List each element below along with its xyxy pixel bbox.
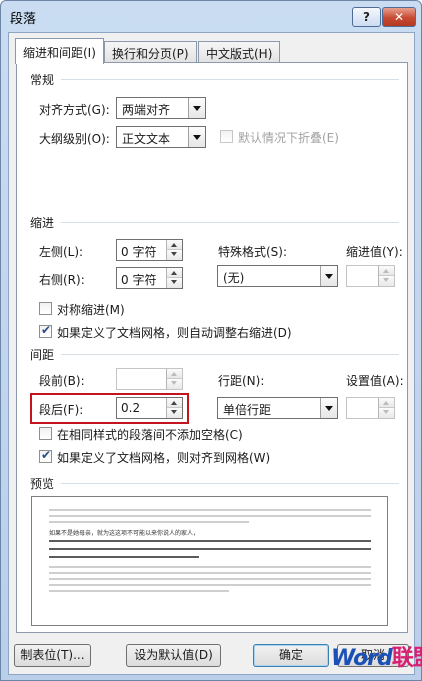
left-indent-value: 0 字符 <box>121 245 157 259</box>
space-after-spinner[interactable]: 0.2 <box>116 397 183 419</box>
spin-up-icon[interactable] <box>166 398 182 408</box>
indent-by-spinner[interactable] <box>346 265 395 287</box>
preview-line <box>49 515 371 517</box>
space-before-label: 段前(B): <box>39 374 85 388</box>
alignment-label: 对齐方式(G): <box>39 103 110 117</box>
preview-line <box>49 509 371 511</box>
spin-up-icon[interactable] <box>166 240 182 250</box>
preview-line <box>49 578 371 580</box>
chevron-down-icon[interactable] <box>320 266 337 286</box>
collapse-by-default-label: 默认情况下折叠(E) <box>238 131 339 145</box>
auto-adjust-indent-label: 如果定义了文档网格，则自动调整右缩进(D) <box>57 326 292 340</box>
watermark-logo: Word联盟 <box>331 646 422 671</box>
collapse-by-default-checkbox[interactable] <box>220 130 233 143</box>
tab-line-page-breaks[interactable]: 换行和分页(P) <box>104 41 197 63</box>
spin-up-icon[interactable] <box>378 398 394 408</box>
spin-down-icon[interactable] <box>166 278 182 288</box>
tabs-button[interactable]: 制表位(T)... <box>14 644 91 667</box>
title-bar[interactable]: 段落 ? ✕ <box>1 1 421 31</box>
special-indent-select[interactable]: (无) <box>217 265 338 287</box>
spin-down-icon[interactable] <box>166 379 182 389</box>
preview-line <box>49 521 249 523</box>
line-spacing-at-label: 设置值(A): <box>346 374 404 388</box>
left-indent-label: 左侧(L): <box>39 245 84 259</box>
tab-indents-spacing[interactable]: 缩进和间距(I) <box>15 38 104 64</box>
spin-up-icon[interactable] <box>378 266 394 276</box>
line-spacing-label: 行距(N): <box>218 374 265 388</box>
line-spacing-at-spinner[interactable] <box>346 397 395 419</box>
dialog-body: 换行和分页(P) 中文版式(H) 缩进和间距(I) 常规 对齐方式(G): 两端… <box>8 32 415 675</box>
alignment-value: 两端对齐 <box>122 103 171 117</box>
spin-up-icon[interactable] <box>166 268 182 278</box>
preview-line <box>49 584 371 586</box>
ok-button[interactable]: 确定 <box>253 644 329 667</box>
outline-level-label: 大纲级别(O): <box>39 132 110 146</box>
mirror-indents-checkbox[interactable] <box>39 302 52 315</box>
space-after-label: 段后(F): <box>39 403 84 417</box>
chevron-down-icon[interactable] <box>188 98 205 118</box>
left-indent-spinner[interactable]: 0 字符 <box>116 239 183 261</box>
spin-down-icon[interactable] <box>378 408 394 418</box>
right-indent-spinner[interactable]: 0 字符 <box>116 267 183 289</box>
indent-section-title: 缩进 <box>30 216 55 230</box>
preview-line <box>49 556 199 558</box>
spacing-section-title: 间距 <box>30 348 55 362</box>
right-indent-value: 0 字符 <box>121 273 157 287</box>
paragraph-preview: 如果不是她母亲，就为这这项不可能以来你说人的家人， <box>31 496 388 626</box>
section-divider <box>61 354 399 355</box>
snap-to-grid-checkbox[interactable]: ✔ <box>39 448 52 463</box>
line-spacing-value: 单倍行距 <box>223 403 272 417</box>
preview-line <box>49 566 371 568</box>
spin-up-icon[interactable] <box>166 369 182 379</box>
space-before-spinner[interactable] <box>116 368 183 390</box>
auto-adjust-indent-checkbox[interactable]: ✔ <box>39 323 52 338</box>
space-after-value: 0.2 <box>121 401 141 415</box>
special-indent-label: 特殊格式(S): <box>218 245 288 259</box>
preview-line <box>49 540 371 542</box>
outline-level-value: 正文文本 <box>122 132 171 146</box>
special-indent-value: (无) <box>223 271 245 285</box>
alignment-select[interactable]: 两端对齐 <box>116 97 206 119</box>
chevron-down-icon[interactable] <box>188 127 205 147</box>
no-space-same-style-label: 在相同样式的段落间不添加空格(C) <box>57 428 243 442</box>
spin-down-icon[interactable] <box>166 250 182 260</box>
set-as-default-button[interactable]: 设为默认值(D) <box>126 644 221 667</box>
dialog-title: 段落 <box>10 12 37 27</box>
preview-sample-text: 如果不是她母亲，就为这这项不可能以来你说人的家人， <box>49 530 200 537</box>
outline-level-select[interactable]: 正文文本 <box>116 126 206 148</box>
paragraph-dialog: 段落 ? ✕ 换行和分页(P) 中文版式(H) 缩进和间距(I) 常规 对齐方式… <box>0 0 422 681</box>
spin-down-icon[interactable] <box>378 276 394 286</box>
preview-line <box>49 548 371 550</box>
spin-down-icon[interactable] <box>166 408 182 418</box>
line-spacing-select[interactable]: 单倍行距 <box>217 397 338 419</box>
section-divider <box>61 483 399 484</box>
general-section-title: 常规 <box>30 73 55 87</box>
close-button[interactable]: ✕ <box>382 7 416 27</box>
indent-by-label: 缩进值(Y): <box>346 245 403 259</box>
preview-section-title: 预览 <box>30 477 55 491</box>
checkmark-icon: ✔ <box>41 323 52 337</box>
mirror-indents-label: 对称缩进(M) <box>57 303 125 317</box>
section-divider <box>61 79 399 80</box>
checkmark-icon: ✔ <box>41 448 52 462</box>
chevron-down-icon[interactable] <box>320 398 337 418</box>
right-indent-label: 右侧(R): <box>39 273 85 287</box>
snap-to-grid-label: 如果定义了文档网格，则对齐到网格(W) <box>57 451 271 465</box>
preview-line <box>49 590 229 592</box>
indents-spacing-panel: 常规 对齐方式(G): 两端对齐 大纲级别(O): 正文文本 默认情况下折叠(E… <box>16 62 408 633</box>
preview-line <box>49 572 371 574</box>
no-space-same-style-checkbox[interactable] <box>39 427 52 440</box>
section-divider <box>61 222 399 223</box>
tab-asian-typography[interactable]: 中文版式(H) <box>198 41 281 63</box>
help-button[interactable]: ? <box>352 7 381 27</box>
